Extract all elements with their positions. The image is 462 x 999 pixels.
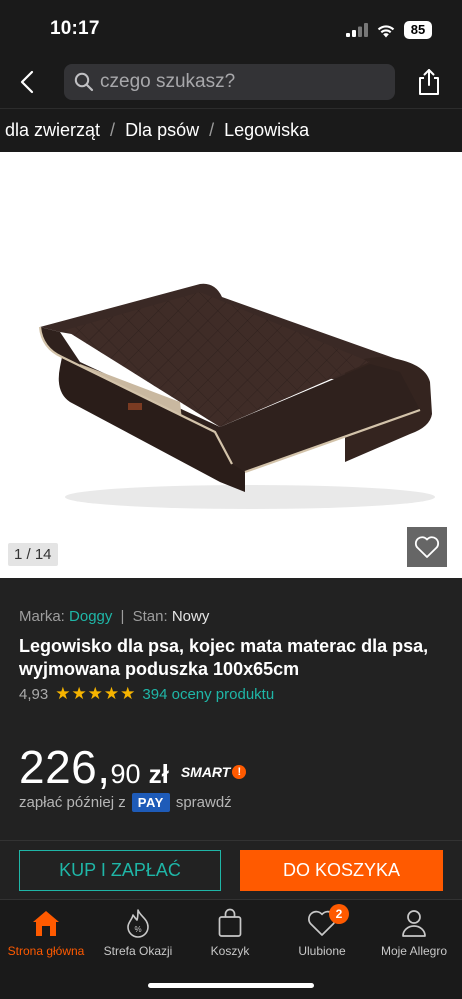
- battery-indicator: 85: [404, 21, 432, 39]
- product-info: Marka: Doggy | Stan: Nowy Legowisko dla …: [0, 578, 462, 840]
- product-meta: Marka: Doggy | Stan: Nowy: [19, 608, 209, 625]
- status-time: 10:17: [50, 18, 100, 39]
- favorites-count-badge: 2: [329, 904, 349, 924]
- rating-stars: ★★★★★: [55, 684, 137, 703]
- user-icon: [400, 906, 428, 940]
- meta-separator: |: [120, 608, 125, 625]
- heart-icon: 2: [307, 904, 349, 940]
- add-to-cart-button[interactable]: DO KOSZYKA: [240, 850, 443, 891]
- tab-favorites[interactable]: 2 Ulubione: [276, 904, 368, 966]
- rating-line: 4,93 ★★★★★ 394 oceny produktu: [19, 684, 274, 704]
- photo-counter: 1 / 14: [8, 543, 58, 566]
- price-integer: 226,: [19, 741, 111, 793]
- tab-home-label: Strona główna: [7, 944, 85, 958]
- breadcrumb-item-dogs[interactable]: Dla psów: [125, 120, 199, 141]
- add-to-favorites-button[interactable]: [407, 527, 447, 567]
- share-icon: [419, 69, 439, 95]
- wifi-icon: [377, 24, 395, 37]
- cta-bar: KUP I ZAPŁAĆ DO KOSZYKA: [0, 841, 462, 899]
- price-decimal: 90: [110, 759, 141, 789]
- tab-deals[interactable]: % Strefa Okazji: [92, 906, 184, 966]
- condition-label: Stan:: [132, 608, 168, 625]
- pay-later-line: zapłać później z PAY sprawdź: [19, 793, 232, 812]
- smart-badge[interactable]: SMART !: [181, 764, 247, 780]
- status-icons: 85: [346, 20, 432, 40]
- search-box[interactable]: [64, 64, 395, 100]
- smart-label: SMART: [180, 764, 231, 780]
- pay-check-link[interactable]: sprawdź: [176, 794, 232, 811]
- tab-favorites-label: Ulubione: [298, 944, 346, 958]
- tab-home[interactable]: Strona główna: [0, 906, 92, 966]
- condition-value: Nowy: [171, 608, 210, 625]
- breadcrumb-item-animals[interactable]: dla zwierząt: [5, 120, 100, 141]
- buy-now-button[interactable]: KUP I ZAPŁAĆ: [19, 850, 221, 891]
- home-icon: [31, 906, 61, 940]
- tab-cart[interactable]: Koszyk: [184, 906, 276, 966]
- deals-icon: %: [125, 906, 151, 940]
- price-currency: zł: [148, 759, 169, 789]
- chevron-left-icon: [20, 70, 34, 94]
- pay-later-text: zapłać później z: [19, 794, 126, 811]
- home-indicator: [148, 983, 314, 988]
- cart-bag-icon: [217, 906, 243, 940]
- tab-cart-label: Koszyk: [210, 944, 250, 958]
- status-bar: 10:17 85: [0, 0, 462, 56]
- product-gallery[interactable]: 1 / 14: [0, 152, 462, 578]
- search-input[interactable]: [100, 71, 380, 93]
- breadcrumb-item-beds[interactable]: Legowiska: [224, 120, 309, 141]
- breadcrumb-separator: /: [110, 120, 116, 140]
- brand-link[interactable]: Doggy: [69, 608, 112, 625]
- svg-text:%: %: [134, 925, 141, 934]
- price: 226, 90 zł SMART !: [19, 740, 247, 794]
- breadcrumb: dla zwierząt / Dla psów / Legowiska: [0, 108, 462, 152]
- product-image: [38, 283, 435, 509]
- smart-exclamation-icon: !: [232, 765, 247, 779]
- signal-icon: [346, 23, 368, 37]
- pay-badge: PAY: [131, 793, 170, 812]
- tab-my-allegro[interactable]: Moje Allegro: [368, 906, 460, 966]
- top-nav: [0, 56, 462, 108]
- tab-my-allegro-label: Moje Allegro: [380, 944, 448, 958]
- heart-outline-icon: [414, 536, 440, 558]
- breadcrumb-separator: /: [209, 120, 215, 140]
- share-button[interactable]: [414, 66, 444, 98]
- product-title: Legowisko dla psa, kojec mata materac dl…: [19, 636, 429, 679]
- rating-value: 4,93: [19, 685, 49, 703]
- search-icon: [74, 72, 94, 92]
- reviews-link[interactable]: 394 oceny produktu: [142, 686, 274, 703]
- tab-deals-label: Strefa Okazji: [103, 944, 173, 958]
- brand-label: Marka:: [19, 608, 65, 625]
- back-button[interactable]: [12, 66, 42, 98]
